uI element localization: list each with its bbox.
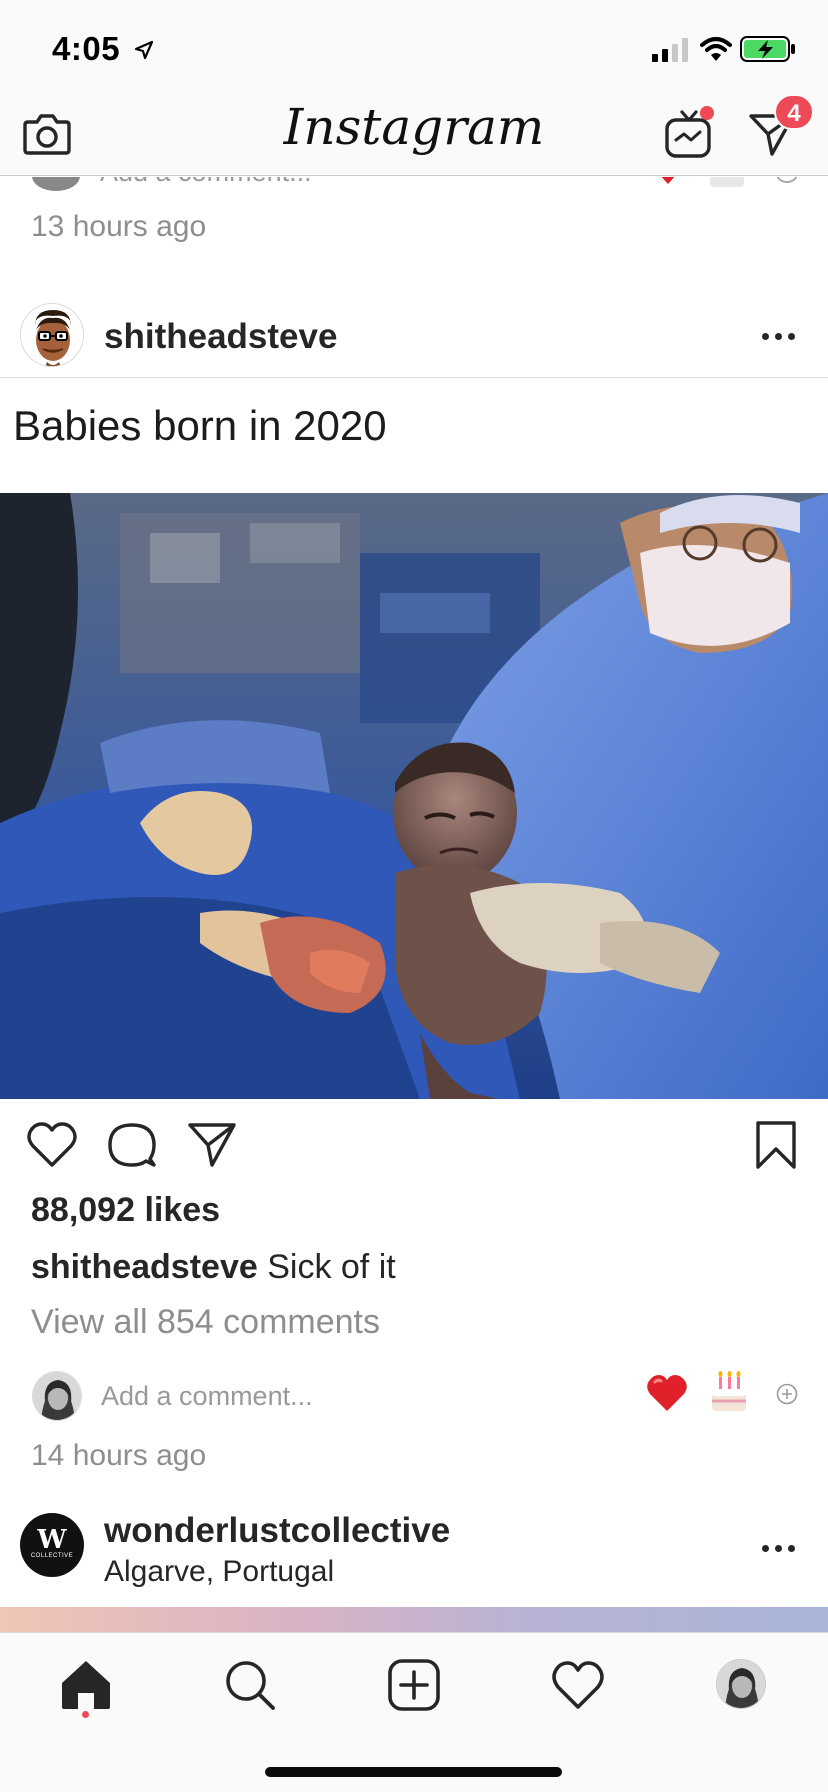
direct-message-badge: 4 bbox=[774, 94, 814, 130]
meme-text: Babies born in 2020 bbox=[13, 402, 387, 449]
home-activity-dot bbox=[82, 1711, 89, 1718]
add-reaction-plus-icon[interactable] bbox=[776, 1383, 798, 1405]
caption-username[interactable]: shitheadsteve bbox=[31, 1248, 258, 1286]
post-actions bbox=[0, 1099, 828, 1189]
cellular-signal-icon bbox=[652, 38, 688, 62]
new-post-icon[interactable] bbox=[386, 1657, 442, 1713]
add-reaction-icon[interactable] bbox=[776, 177, 798, 183]
share-paper-plane-icon[interactable] bbox=[186, 1119, 238, 1171]
bottom-tab-bar bbox=[0, 1632, 828, 1792]
add-comment-row: Add a comment... bbox=[0, 1367, 828, 1427]
next-post-image[interactable] bbox=[0, 1607, 828, 1632]
like-count[interactable]: 88,092 likes bbox=[31, 1191, 220, 1230]
avatar[interactable]: W COLLECTIVE bbox=[20, 1513, 84, 1577]
avatar bbox=[32, 1371, 82, 1421]
avatar-letter: W bbox=[37, 1525, 67, 1555]
post-image[interactable]: Babies born in 2020 bbox=[0, 377, 828, 1099]
battery-charging-icon bbox=[740, 36, 795, 62]
heart-emoji-icon[interactable] bbox=[646, 1373, 688, 1413]
post-username[interactable]: shitheadsteve bbox=[104, 317, 337, 357]
igtv-notification-dot bbox=[700, 106, 714, 120]
post-header: shitheadsteve bbox=[0, 293, 828, 377]
like-heart-icon[interactable] bbox=[26, 1119, 78, 1171]
add-comment-text[interactable]: Add a comment... bbox=[100, 177, 312, 188]
post-timestamp: 14 hours ago bbox=[31, 1439, 207, 1472]
status-bar: 4:05 bbox=[0, 0, 828, 96]
cake-emoji-icon[interactable] bbox=[710, 177, 744, 187]
view-all-comments-link[interactable]: View all 854 comments bbox=[31, 1303, 380, 1342]
avatar bbox=[32, 177, 80, 191]
home-indicator[interactable] bbox=[265, 1767, 562, 1777]
search-icon[interactable] bbox=[222, 1657, 278, 1713]
profile-avatar[interactable] bbox=[716, 1659, 766, 1709]
meme-text-area: Babies born in 2020 bbox=[0, 377, 828, 493]
more-dot bbox=[788, 332, 795, 340]
more-options-icon[interactable] bbox=[762, 1533, 806, 1563]
previous-post-timestamp: 13 hours ago bbox=[31, 210, 207, 243]
heart-emoji-icon[interactable] bbox=[656, 177, 680, 185]
newborn-photo bbox=[0, 493, 828, 1099]
avatar-subtext: COLLECTIVE bbox=[30, 1553, 74, 1559]
post-username[interactable]: wonderlustcollective bbox=[104, 1511, 450, 1551]
activity-heart-icon[interactable] bbox=[550, 1657, 606, 1713]
add-comment-input[interactable]: Add a comment... bbox=[101, 1381, 313, 1412]
status-time: 4:05 bbox=[52, 30, 121, 67]
location-arrow-icon bbox=[134, 40, 154, 60]
more-dot bbox=[762, 332, 769, 340]
more-dot bbox=[775, 332, 782, 340]
bookmark-icon[interactable] bbox=[750, 1119, 802, 1171]
more-dot bbox=[775, 1544, 782, 1552]
previous-post-comment-row: Add a comment... bbox=[0, 177, 828, 191]
feed[interactable]: Add a comment... 13 hours ago shitheadst… bbox=[0, 177, 828, 1632]
post-location[interactable]: Algarve, Portugal bbox=[104, 1555, 334, 1589]
cartoon-face-avatar bbox=[21, 304, 83, 366]
more-options-icon[interactable] bbox=[762, 321, 806, 351]
user-photo-avatar bbox=[717, 1660, 765, 1708]
next-post-header: W COLLECTIVE wonderlustcollective Algarv… bbox=[0, 1507, 828, 1607]
more-dot bbox=[762, 1544, 769, 1552]
more-dot bbox=[788, 1544, 795, 1552]
avatar[interactable] bbox=[20, 303, 84, 367]
wifi-icon bbox=[700, 37, 732, 61]
cake-emoji-icon[interactable] bbox=[708, 1369, 750, 1413]
top-navigation-bar: Instagram 4 bbox=[0, 94, 828, 176]
home-icon[interactable] bbox=[58, 1657, 114, 1713]
caption-text: Sick of it bbox=[257, 1248, 396, 1286]
post-caption: shitheadsteve Sick of it bbox=[31, 1248, 396, 1287]
comment-icon[interactable] bbox=[106, 1119, 158, 1171]
user-photo-avatar bbox=[33, 1372, 81, 1420]
